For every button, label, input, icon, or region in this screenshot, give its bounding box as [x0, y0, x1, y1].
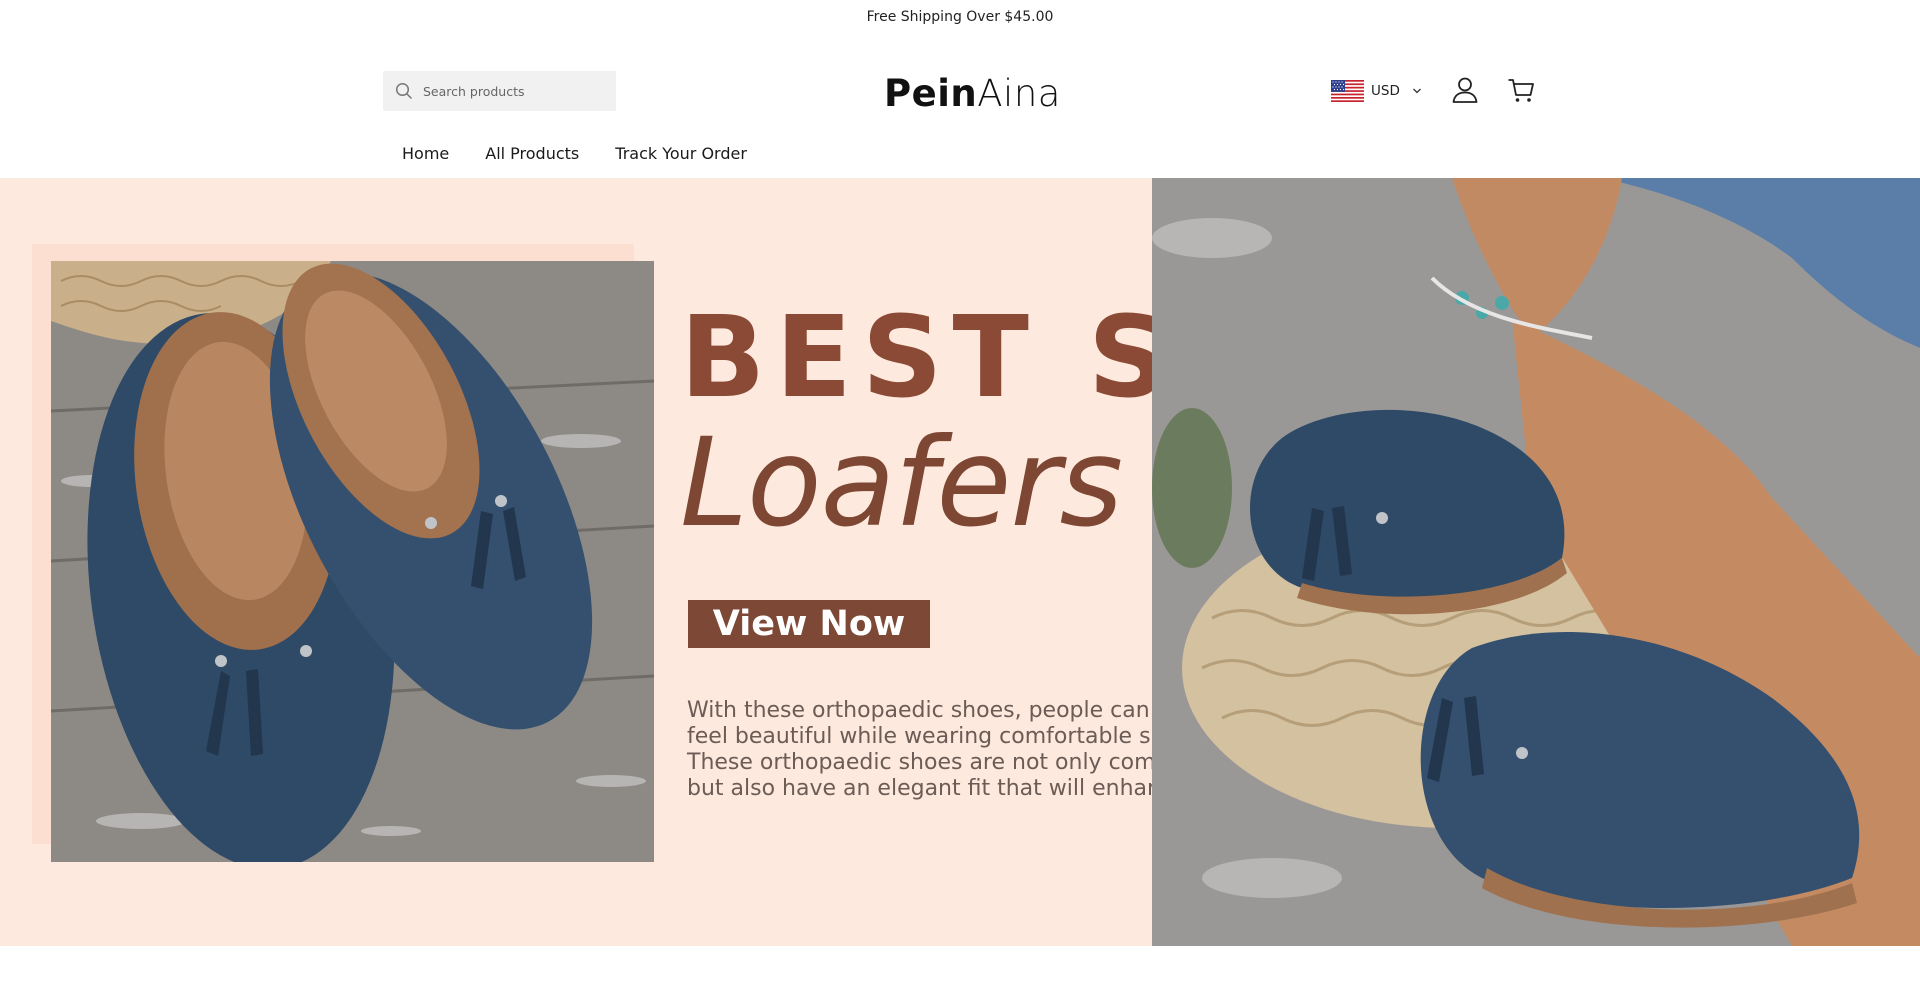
search-input[interactable]	[423, 83, 603, 99]
announcement-text: Free Shipping Over $45.00	[866, 9, 1054, 25]
hero-banner[interactable]: BEST SALE Loafers View Now With these or…	[0, 178, 1920, 946]
logo-part-bold: Pein	[884, 71, 978, 115]
user-icon	[1452, 77, 1478, 103]
nav-item-all-products[interactable]: All Products	[485, 144, 579, 163]
account-button[interactable]	[1450, 75, 1480, 105]
model-photo	[1152, 178, 1920, 946]
search-icon[interactable]	[395, 82, 413, 100]
site-header: PeinAina USD	[0, 34, 1920, 178]
us-flag-icon	[1331, 80, 1364, 102]
announcement-bar: Free Shipping Over $45.00	[0, 0, 1920, 34]
cart-icon	[1508, 79, 1534, 102]
currency-code: USD	[1371, 83, 1400, 99]
logo-part-light: Aina	[977, 71, 1061, 115]
view-now-button[interactable]: View Now	[688, 600, 930, 648]
product-photo-pair	[51, 261, 654, 862]
chevron-down-icon	[1412, 86, 1422, 96]
search-box[interactable]	[383, 71, 616, 111]
nav-item-home[interactable]: Home	[402, 144, 449, 163]
brand-logo[interactable]: Pein Aina	[884, 70, 1061, 116]
cart-button[interactable]	[1506, 75, 1536, 105]
currency-selector[interactable]: USD	[1331, 79, 1422, 103]
nav-item-track-order[interactable]: Track Your Order	[615, 144, 747, 163]
main-nav: Home All Products Track Your Order	[402, 138, 783, 168]
hero-subline: Loafers	[680, 412, 1123, 554]
